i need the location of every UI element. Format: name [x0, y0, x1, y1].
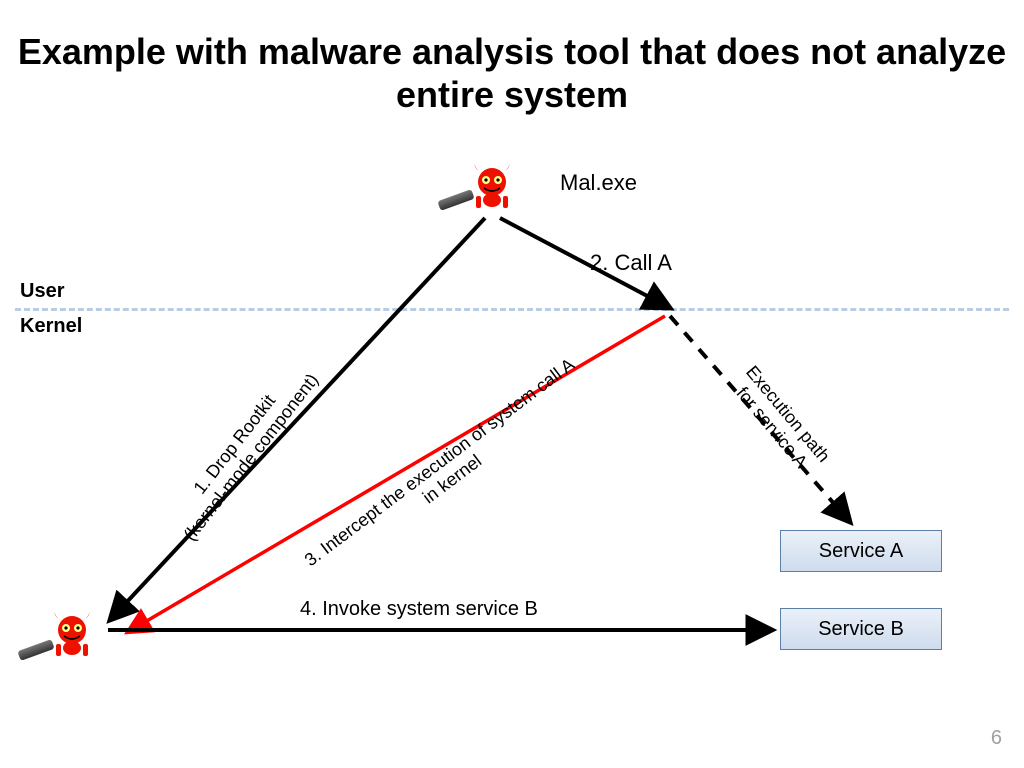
- user-kernel-divider: [15, 308, 1009, 311]
- page-number: 6: [991, 727, 1002, 750]
- call-a-label: 2. Call A: [590, 250, 672, 276]
- user-label: User: [20, 280, 64, 303]
- devil-icon: [468, 160, 516, 208]
- malware-label: Mal.exe: [560, 170, 637, 196]
- execution-path-label: Execution path for service A: [725, 362, 834, 480]
- drop-rootkit-label: 1. Drop Rootkit (kernel-mode component): [163, 357, 323, 545]
- slide: Example with malware analysis tool that …: [0, 0, 1024, 768]
- service-b-box: Service B: [780, 608, 942, 650]
- service-a-box: Service A: [780, 530, 942, 572]
- slide-title: Example with malware analysis tool that …: [0, 30, 1024, 116]
- kernel-label: Kernel: [20, 315, 82, 338]
- invoke-b-label: 4. Invoke system service B: [300, 598, 538, 621]
- intercept-label: 3. Intercept the execution of system cal…: [301, 354, 592, 587]
- devil-icon: [48, 608, 96, 656]
